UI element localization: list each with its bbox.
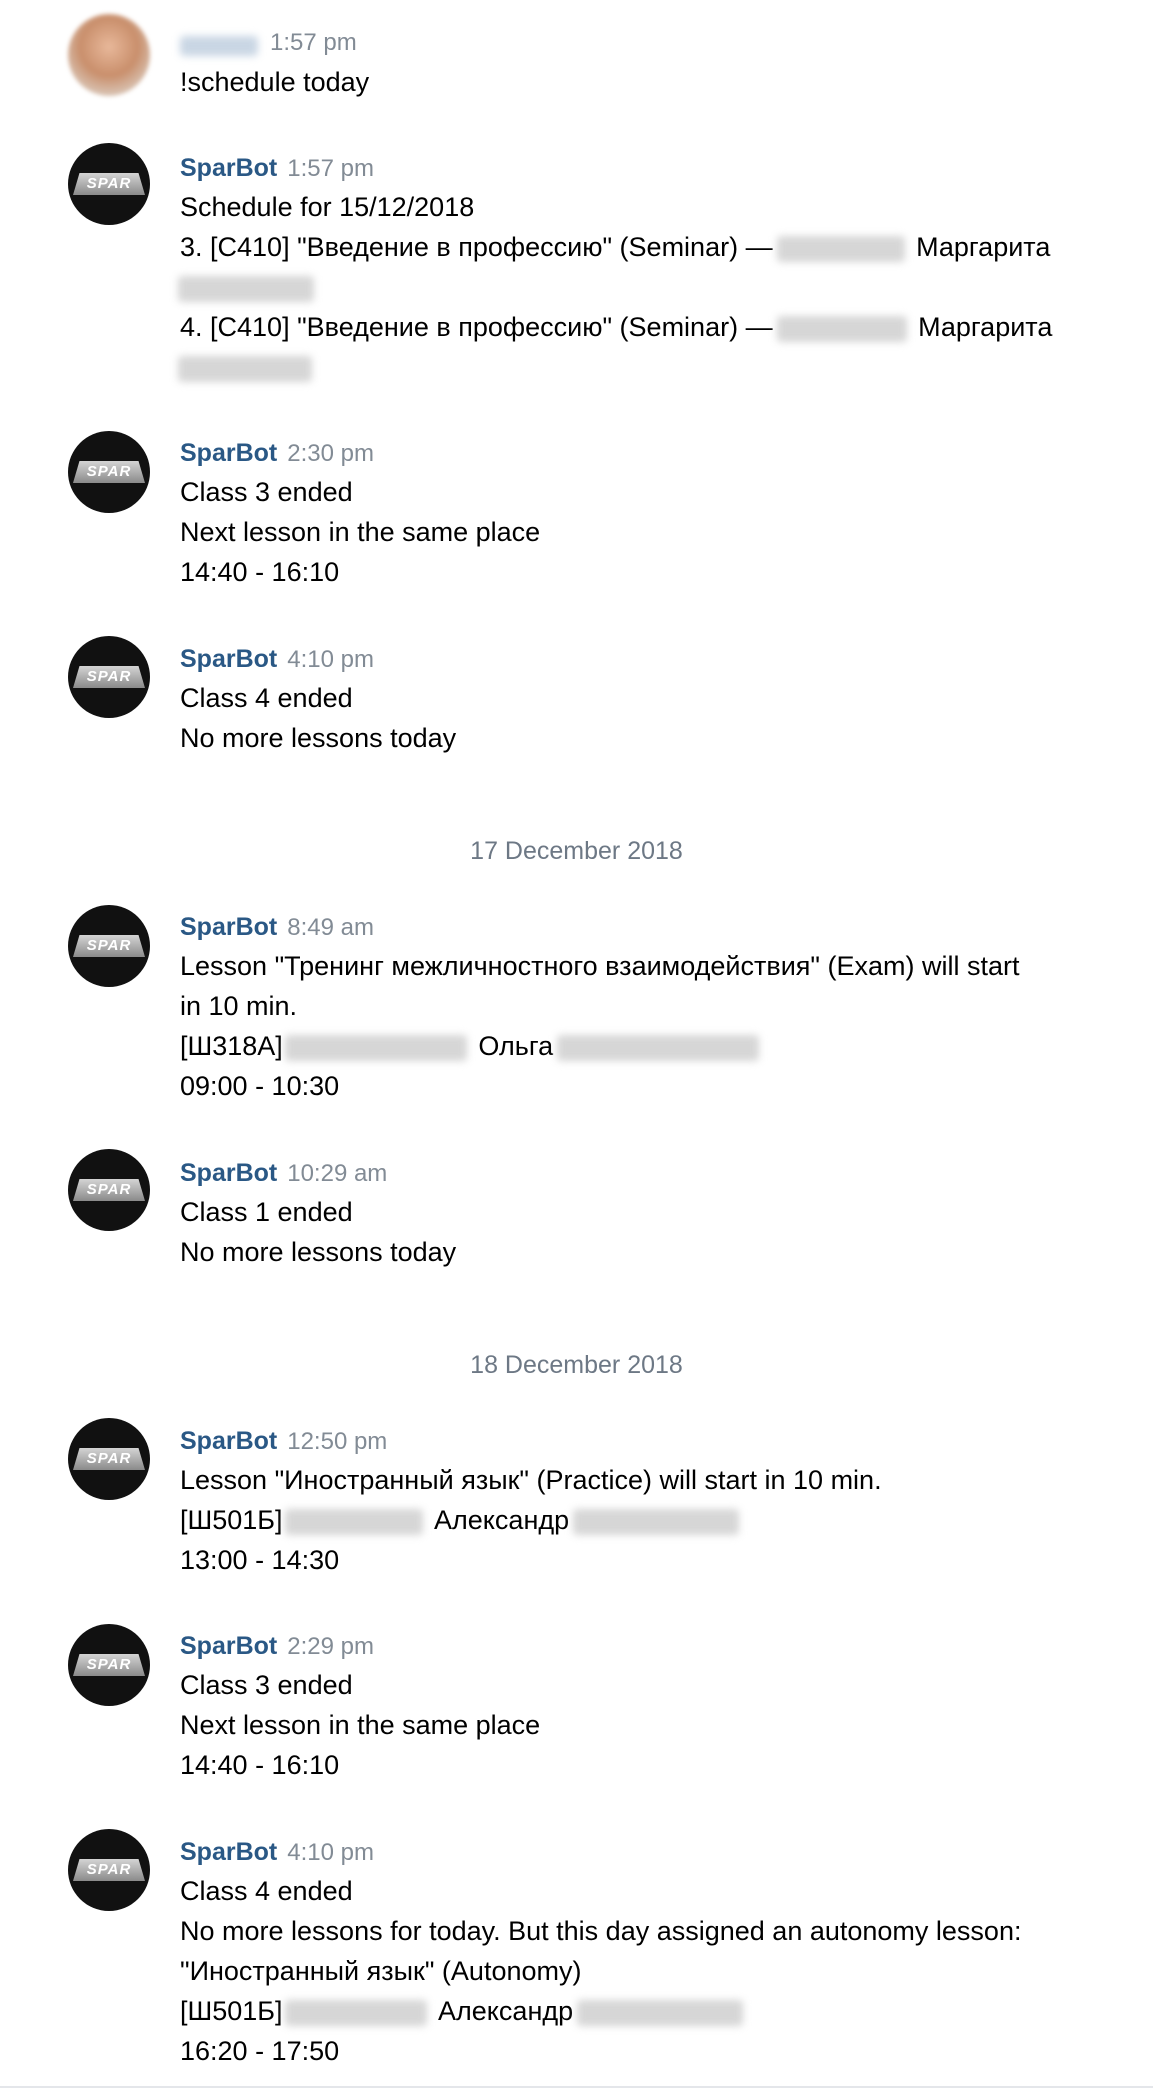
author-name[interactable]: SparBot xyxy=(180,913,277,941)
bot-avatar[interactable]: SPAR xyxy=(68,1829,150,1911)
teacher-first-name: Александр xyxy=(438,1996,574,2026)
author-name[interactable]: SparBot xyxy=(180,1632,277,1660)
message-text: 14:40 - 16:10 xyxy=(180,1750,340,1780)
redacted-patronymic xyxy=(178,275,314,302)
bot-avatar[interactable]: SPAR xyxy=(68,1624,150,1706)
message-text: Class 4 ended xyxy=(180,683,353,713)
message-time[interactable]: 10:29 am xyxy=(287,1160,387,1187)
teacher-first-name: Маргарита xyxy=(918,312,1053,342)
message-text: Next lesson in the same place xyxy=(180,1710,541,1740)
redacted-surname xyxy=(776,315,907,342)
redacted-patronymic xyxy=(577,1999,744,2026)
message-text: in 10 min. xyxy=(180,991,298,1021)
spar-logo-icon: SPAR xyxy=(73,173,145,195)
author-name[interactable]: SparBot xyxy=(180,1838,277,1866)
chat-history: 1:57 pm !schedule today SPAR SparBot 1:57… xyxy=(0,0,1153,2094)
teacher-first-name: Александр xyxy=(434,1505,570,1535)
teacher-first-name: Ольга xyxy=(478,1031,554,1061)
message-text: 16:20 - 17:50 xyxy=(180,2036,340,2066)
schedule-entry: 4. [C410] "Введение в профессию" (Semina… xyxy=(180,312,773,342)
spar-logo-icon: SPAR xyxy=(73,1448,145,1470)
room-code: [Ш501Б] xyxy=(180,1996,283,2026)
message-text-row: [Ш318А] Ольга xyxy=(180,1026,1120,1066)
message-text: Class 4 ended xyxy=(180,1876,353,1906)
bot-avatar[interactable]: SPAR xyxy=(68,636,150,718)
message-text: Class 3 ended xyxy=(180,477,353,507)
redacted-surname xyxy=(776,235,905,262)
room-code: [Ш318А] xyxy=(180,1031,283,1061)
author-name[interactable]: SparBot xyxy=(180,439,277,467)
message-text: Next lesson in the same place xyxy=(180,517,541,547)
message-time[interactable]: 2:29 pm xyxy=(287,1633,374,1660)
message-text-row: 3. [C410] "Введение в профессию" (Semina… xyxy=(180,227,1120,267)
bot-avatar[interactable]: SPAR xyxy=(68,431,150,513)
message-text-row: [Ш501Б] Александр xyxy=(180,1991,1120,2031)
message-time[interactable]: 4:10 pm xyxy=(287,646,374,673)
author-name[interactable]: SparBot xyxy=(180,645,277,673)
message-text: No more lessons today xyxy=(180,1237,457,1267)
redacted-surname xyxy=(284,1034,467,1061)
message-text: No more lessons today xyxy=(180,723,457,753)
message-text: 09:00 - 10:30 xyxy=(180,1071,340,1101)
author-name[interactable]: SparBot xyxy=(180,154,277,182)
message-text: Lesson "Тренинг межличностного взаимодей… xyxy=(180,951,1020,981)
message-time[interactable]: 8:49 am xyxy=(287,914,374,941)
spar-logo-icon: SPAR xyxy=(73,1179,145,1201)
author-name[interactable]: SparBot xyxy=(180,1427,277,1455)
date-separator: 17 December 2018 xyxy=(470,837,683,865)
author-name-redacted[interactable] xyxy=(180,35,258,56)
redacted-patronymic xyxy=(557,1034,760,1061)
message-time[interactable]: 4:10 pm xyxy=(287,1839,374,1866)
spar-logo-icon: SPAR xyxy=(73,935,145,957)
message-text: 14:40 - 16:10 xyxy=(180,557,340,587)
bot-avatar[interactable]: SPAR xyxy=(68,1149,150,1231)
spar-logo-icon: SPAR xyxy=(73,461,145,483)
spar-logo-icon: SPAR xyxy=(73,1654,145,1676)
redacted-patronymic xyxy=(573,1508,740,1535)
bot-avatar[interactable]: SPAR xyxy=(68,1418,150,1500)
message-text: !schedule today xyxy=(180,67,370,97)
user-avatar[interactable] xyxy=(68,14,150,96)
redacted-patronymic xyxy=(178,355,312,382)
message-time[interactable]: 2:30 pm xyxy=(287,440,374,467)
spar-logo-icon: SPAR xyxy=(73,1859,145,1881)
message-time[interactable]: 1:57 pm xyxy=(270,29,357,56)
message-text: Class 1 ended xyxy=(180,1197,353,1227)
message-text: Schedule for 15/12/2018 xyxy=(180,192,475,222)
divider xyxy=(0,2086,1153,2088)
redacted-surname xyxy=(284,1999,427,2026)
spar-logo-icon: SPAR xyxy=(73,666,145,688)
bot-avatar[interactable]: SPAR xyxy=(68,905,150,987)
message-time[interactable]: 12:50 pm xyxy=(287,1428,387,1455)
message-text-row xyxy=(178,267,1120,307)
author-name[interactable]: SparBot xyxy=(180,1159,277,1187)
redacted-surname xyxy=(284,1508,423,1535)
message-time[interactable]: 1:57 pm xyxy=(287,155,374,182)
message-text: 13:00 - 14:30 xyxy=(180,1545,340,1575)
message-text: Lesson "Иностранный язык" (Practice) wil… xyxy=(180,1465,882,1495)
message-text-row: 4. [C410] "Введение в профессию" (Semina… xyxy=(180,307,1120,347)
bot-avatar[interactable]: SPAR xyxy=(68,143,150,225)
message-text-row xyxy=(178,347,1120,387)
message-text: Class 3 ended xyxy=(180,1670,353,1700)
room-code: [Ш501Б] xyxy=(180,1505,283,1535)
message-text-row: [Ш501Б] Александр xyxy=(180,1500,1120,1540)
schedule-entry: 3. [C410] "Введение в профессию" (Semina… xyxy=(180,232,773,262)
message-text: "Иностранный язык" (Autonomy) xyxy=(180,1956,582,1986)
date-separator: 18 December 2018 xyxy=(470,1351,683,1379)
teacher-first-name: Маргарита xyxy=(916,232,1051,262)
message-text: No more lessons for today. But this day … xyxy=(180,1916,1022,1946)
